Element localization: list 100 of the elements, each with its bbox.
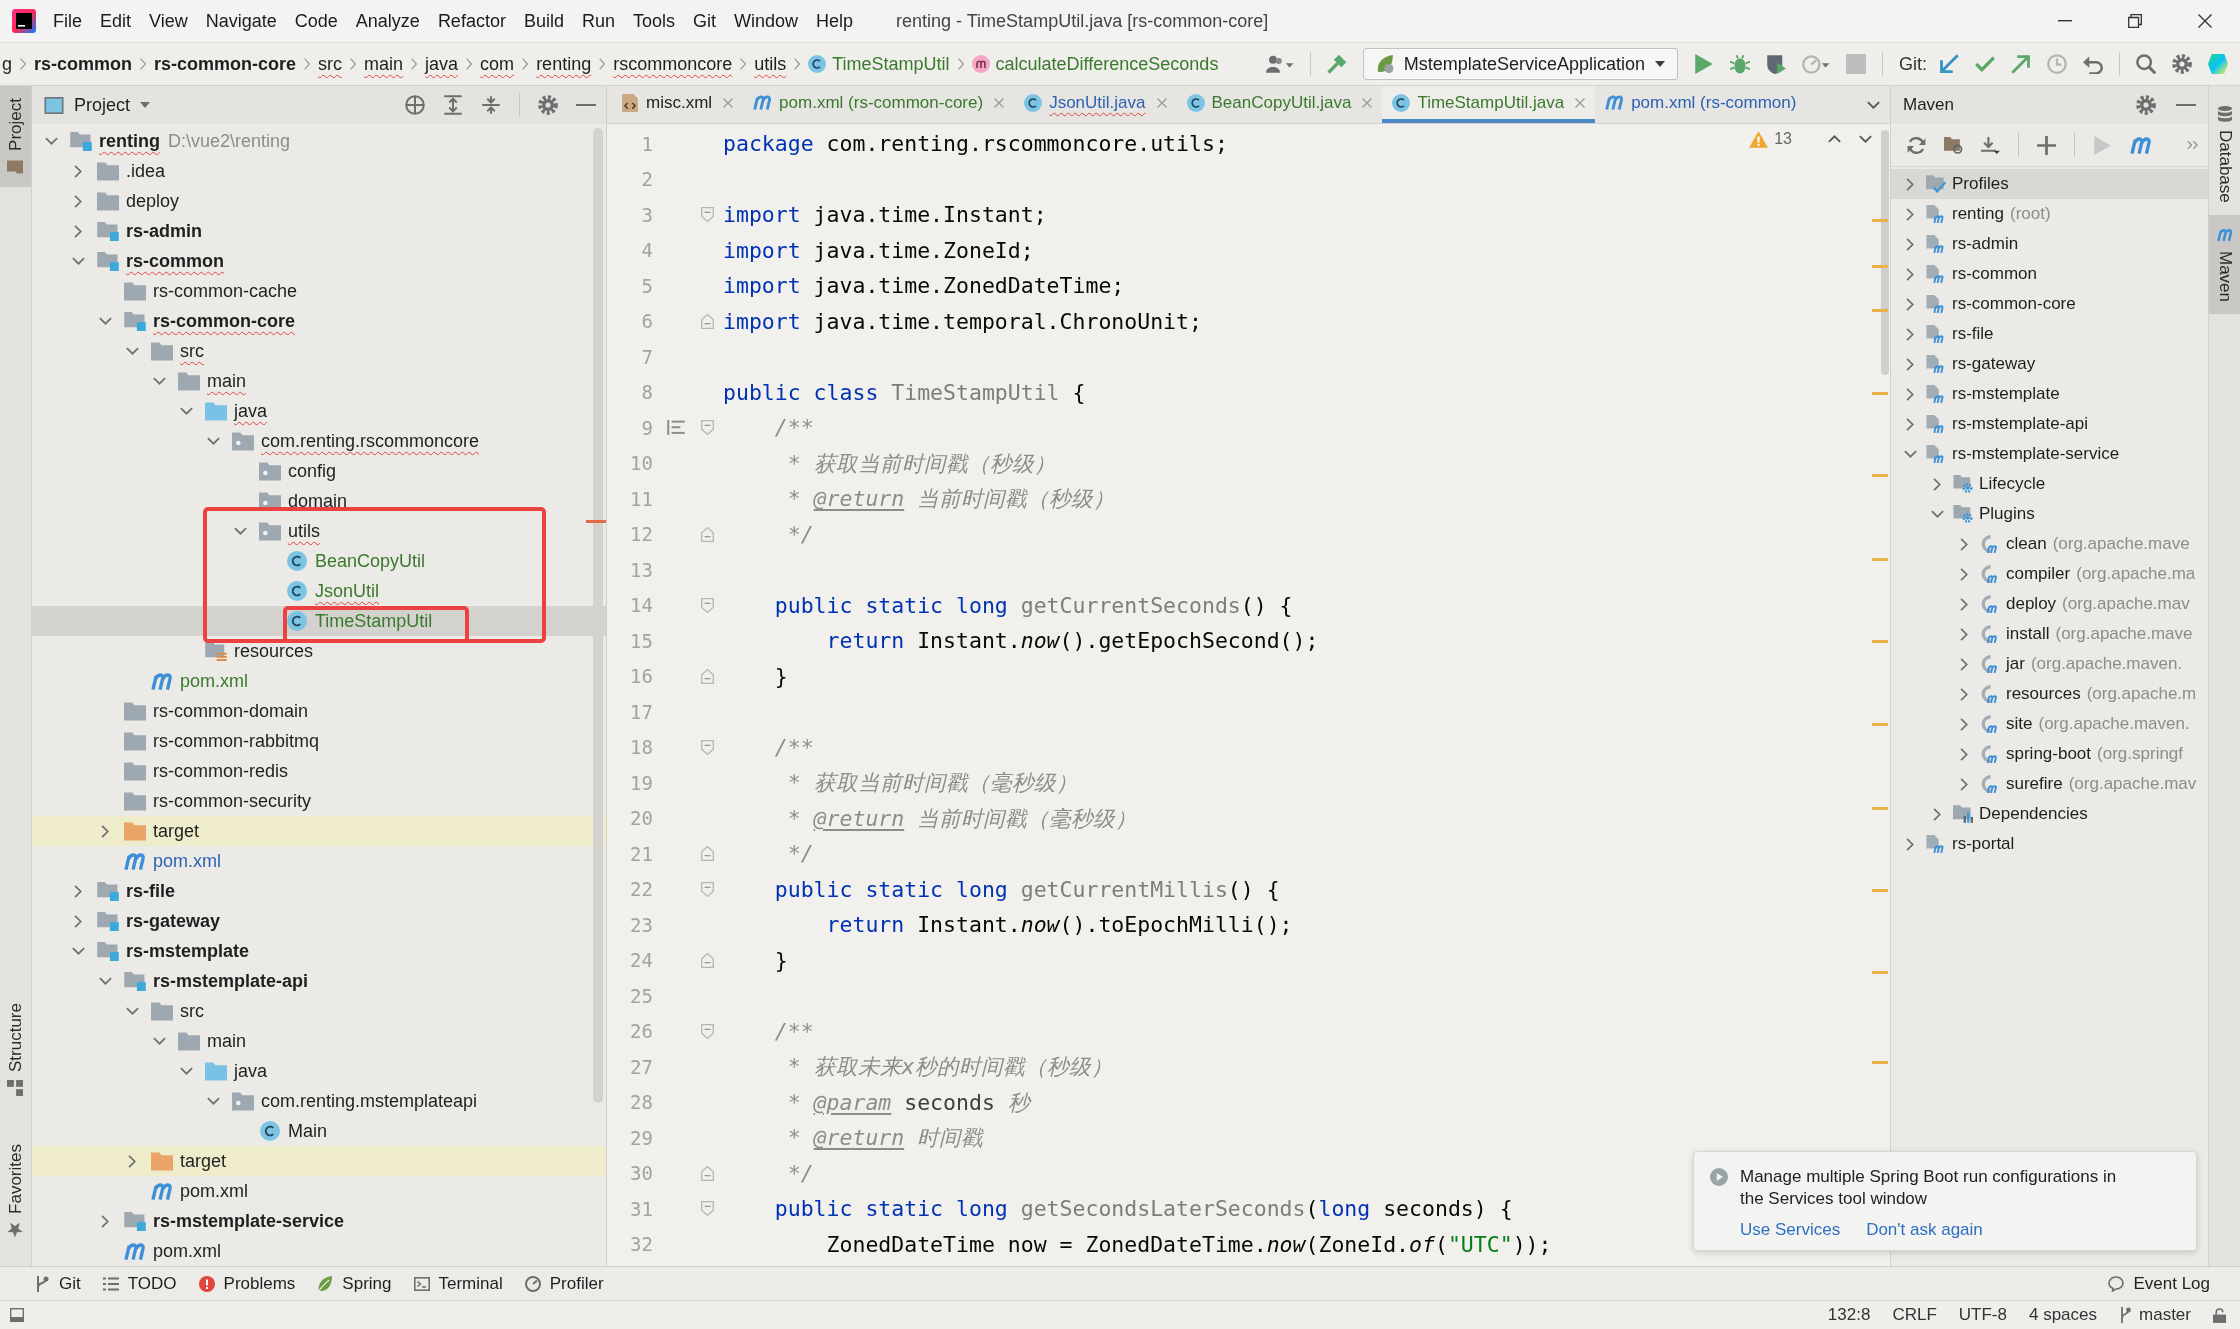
refresh-icon[interactable] [1907, 135, 1926, 155]
run-icon[interactable] [1694, 54, 1714, 74]
chevron-down-icon[interactable] [98, 317, 112, 325]
chevron-down-icon[interactable] [206, 437, 220, 445]
minimize-icon[interactable] [2176, 103, 2196, 107]
tree-item[interactable]: rs-admin [1903, 230, 2019, 258]
tree-item[interactable]: com.renting.rscommoncore [206, 427, 480, 455]
status-item[interactable]: CRLF [1892, 1305, 1937, 1325]
tree-item[interactable]: install (org.apache.mave [1957, 620, 2193, 648]
chevron-right-icon[interactable] [1906, 237, 1914, 251]
fold-end-icon[interactable] [701, 313, 714, 329]
status-item[interactable]: UTF-8 [1958, 1305, 2007, 1325]
chevron-right-icon[interactable] [74, 164, 82, 178]
chevron-up-icon[interactable] [1828, 135, 1841, 143]
tree-item[interactable]: rs-mstemplate-service [98, 1207, 345, 1235]
tree-item[interactable]: Main [233, 1117, 327, 1145]
chevron-right-icon[interactable] [1960, 777, 1968, 791]
fold-marker-icon[interactable] [701, 1023, 714, 1039]
tool-window-button[interactable]: Git [34, 1273, 81, 1294]
status-item[interactable]: 4 spaces [2029, 1305, 2098, 1325]
close-icon[interactable] [1156, 97, 1167, 108]
tree-item[interactable]: rs-mstemplate-service [1903, 440, 2120, 468]
tool-window-button[interactable]: Problems [198, 1273, 296, 1294]
tree-item[interactable]: pom.xml [98, 847, 221, 875]
search-icon[interactable] [2136, 54, 2156, 74]
breadcrumb[interactable]: main [364, 53, 404, 75]
chevron-right-icon[interactable] [1960, 687, 1968, 701]
chevron-right-icon[interactable] [101, 1214, 109, 1228]
tree-item[interactable]: clean (org.apache.mave [1957, 530, 2190, 558]
chevron-right-icon[interactable] [74, 914, 82, 928]
collapse-all-icon[interactable] [481, 95, 501, 115]
chevron-right-icon[interactable] [1933, 807, 1941, 821]
tree-item[interactable]: rs-portal [1903, 830, 2015, 858]
tree-item[interactable]: pom.xml [98, 1237, 221, 1265]
menu-item[interactable]: File [44, 10, 91, 32]
chevron-right-icon[interactable] [1906, 357, 1914, 371]
tool-window-tab[interactable]: Structure [0, 991, 31, 1109]
hammer-icon[interactable] [1326, 54, 1347, 74]
menu-item[interactable]: Help [807, 10, 863, 32]
menu-item[interactable]: View [140, 10, 197, 32]
arrow-up-right-icon[interactable] [2011, 54, 2031, 74]
chevron-right-icon[interactable] [1960, 627, 1968, 641]
tree-item[interactable]: jar (org.apache.maven. [1957, 650, 2183, 678]
editor-tab[interactable]: pom.xml (rs-common-core) [743, 86, 1015, 123]
tree-item[interactable]: pom.xml [125, 667, 248, 695]
notification-link[interactable]: Don't ask again [1866, 1220, 1983, 1240]
fold-marker-icon[interactable] [701, 881, 714, 897]
chevron-right-icon[interactable] [1960, 567, 1968, 581]
tree-item[interactable]: Dependencies [1930, 800, 2088, 828]
branch-widget[interactable]: master [2119, 1305, 2191, 1325]
chevron-down-icon[interactable] [179, 407, 193, 415]
breadcrumb[interactable]: g [2, 53, 12, 75]
chevron-right-icon[interactable] [128, 1154, 136, 1168]
chevron-right-icon[interactable] [101, 824, 109, 838]
chevron-down-icon[interactable] [179, 1067, 193, 1075]
chevron-down-icon[interactable] [1930, 510, 1944, 518]
breadcrumb[interactable]: src [318, 53, 343, 75]
tree-item[interactable]: resources [179, 637, 314, 665]
tool-window-tab[interactable]: Maven [2209, 214, 2240, 314]
tool-window-tab[interactable]: Project [0, 86, 31, 187]
crosshair-icon[interactable] [405, 95, 425, 115]
tree-item[interactable]: BeanCopyUtil [260, 547, 426, 575]
menu-item[interactable]: Code [285, 10, 347, 32]
folder-refresh-icon[interactable] [1944, 135, 1963, 155]
chevron-down-icon[interactable] [98, 977, 112, 985]
tree-item[interactable]: deploy (org.apache.mav [1957, 590, 2190, 618]
fold-end-icon[interactable] [701, 846, 714, 862]
tree-item[interactable]: JsonUtil [260, 577, 380, 605]
lock-icon[interactable] [2213, 1307, 2226, 1323]
tree-item[interactable]: main [152, 367, 246, 395]
chevron-right-icon[interactable] [1906, 327, 1914, 341]
gear-icon[interactable] [2172, 54, 2192, 74]
tree-item[interactable]: Lifecycle [1930, 470, 2046, 498]
tree-item[interactable]: main [152, 1027, 246, 1055]
chevron-down-icon[interactable] [1859, 135, 1872, 143]
tree-item[interactable]: rs-admin [71, 217, 203, 245]
fold-marker-icon[interactable] [701, 420, 714, 436]
tree-item[interactable]: deploy [71, 187, 180, 215]
tree-item[interactable]: rs-mstemplate-api [1903, 410, 2089, 438]
tree-item[interactable]: .idea [71, 157, 166, 185]
chevron-right-icon[interactable] [74, 884, 82, 898]
chevron-down-icon[interactable] [152, 377, 166, 385]
editor-tab[interactable]: BeanCopyUtil.java [1176, 86, 1383, 123]
editor-tab[interactable]: pom.xml (rs-common) [1595, 86, 1807, 123]
fold-end-icon[interactable] [701, 952, 714, 968]
tree-item[interactable]: rs-file [1903, 320, 1994, 348]
expand-all-icon[interactable] [443, 95, 463, 115]
tree-item[interactable]: renting D:\vue2\renting [44, 127, 291, 155]
menu-item[interactable]: Refactor [428, 10, 515, 32]
check-icon[interactable] [1975, 54, 1995, 74]
tree-item[interactable]: rs-common [71, 247, 224, 275]
tree-item[interactable]: rs-common-core [1903, 290, 2076, 318]
gear-icon[interactable] [538, 95, 558, 115]
close-icon[interactable] [994, 97, 1005, 108]
doc-render-icon[interactable] [667, 420, 685, 436]
view-selector-dropdown[interactable]: Project [44, 94, 151, 116]
tree-item[interactable]: rs-common-core [98, 307, 296, 335]
chevron-down-icon[interactable] [125, 1007, 139, 1015]
tree-item[interactable]: utils [233, 517, 320, 545]
tree-item[interactable]: rs-common-redis [98, 757, 289, 785]
